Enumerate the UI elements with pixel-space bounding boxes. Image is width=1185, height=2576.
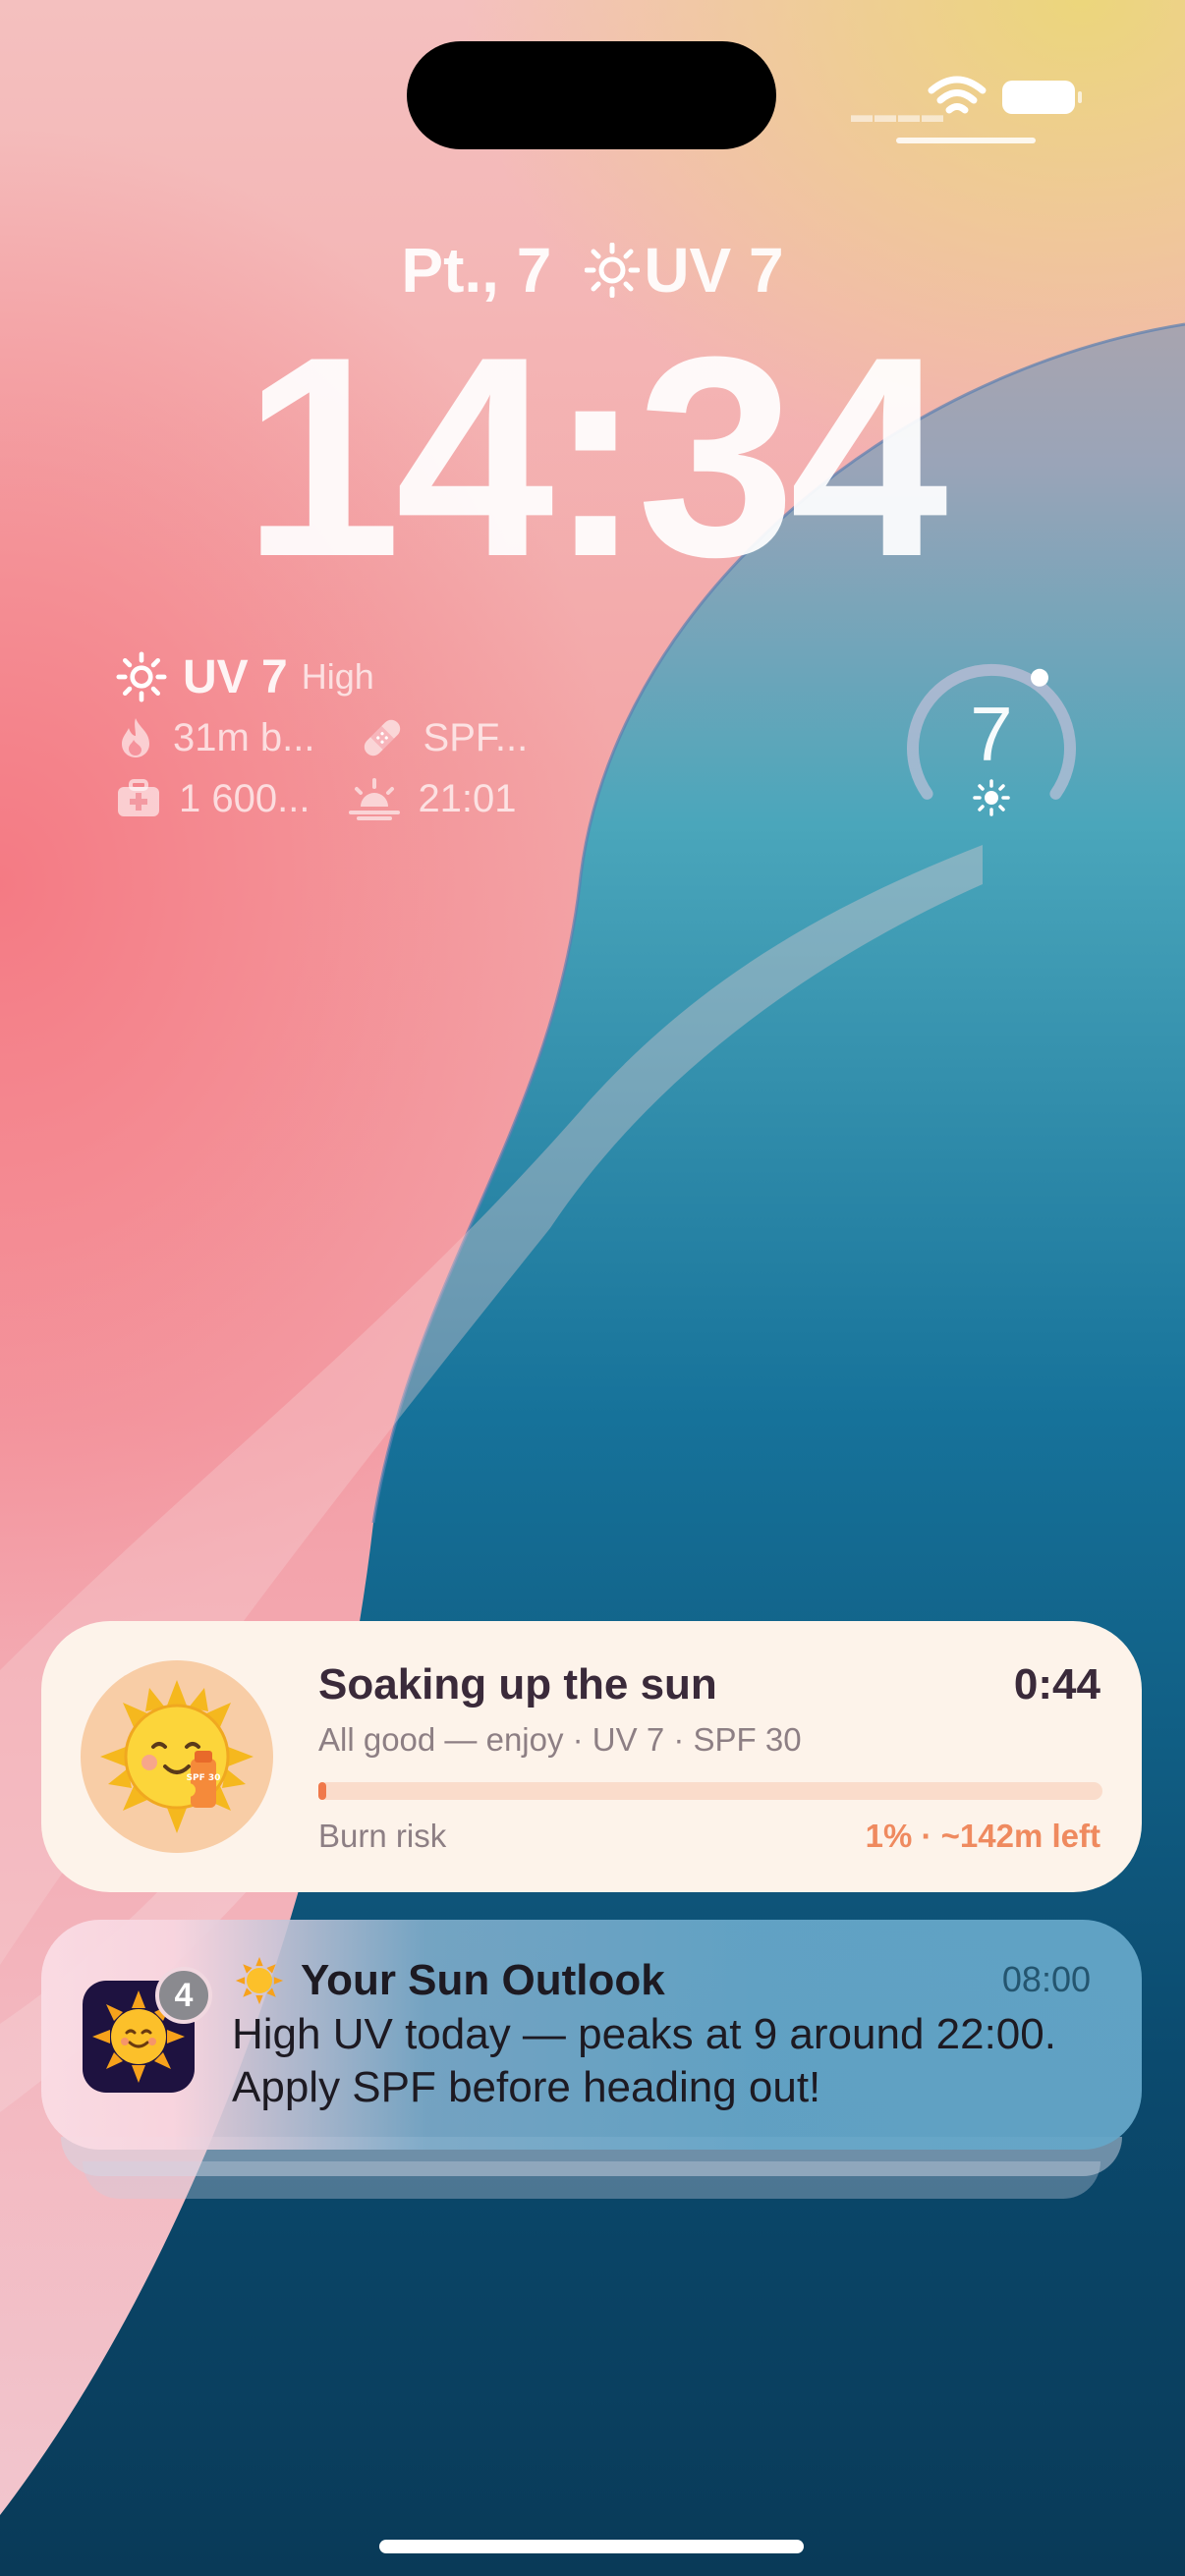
sun-emoji-icon bbox=[235, 1956, 284, 2005]
uv-widget[interactable]: UV 7 High 31m b... SPF... 1 600... 21:01 bbox=[116, 646, 568, 829]
wifi-icon bbox=[928, 76, 987, 114]
uv-value-label: UV 7 bbox=[183, 650, 288, 703]
status-bar: ▬▬▬▬ bbox=[845, 69, 1082, 128]
sunscreen-bottle-text: SPF 30 bbox=[187, 1773, 221, 1783]
notification-time: 08:00 bbox=[1001, 1959, 1091, 1999]
notification-card[interactable]: 4 Your Sun Outlook 08:00 High UV today —… bbox=[41, 1920, 1142, 2150]
burn-time-label: 31m b... bbox=[173, 715, 315, 759]
spf-label: SPF... bbox=[423, 715, 529, 759]
vitamin-d-label: 1 600... bbox=[179, 776, 310, 820]
gauge-indicator bbox=[1031, 668, 1048, 687]
notification-body: High UV today — peaks at 9 around 22:00.… bbox=[232, 2010, 1056, 2111]
sun-mascot-avatar: SPF 30 bbox=[81, 1660, 273, 1853]
sun-icon bbox=[116, 651, 167, 702]
burn-risk-label: Burn risk bbox=[318, 1818, 447, 1854]
sunset-time-label: 21:01 bbox=[418, 776, 517, 820]
gauge-value: 7 bbox=[970, 691, 1013, 777]
uv-gauge[interactable]: 7 bbox=[900, 648, 1083, 831]
sun-mascot-icon: SPF 30 bbox=[100, 1680, 254, 1833]
uv-header-label: UV 7 bbox=[644, 235, 784, 306]
lock-screen: ▬▬▬▬ Pt., 7 UV 7 14:34 UV 7 High 31m b...… bbox=[0, 0, 1185, 2576]
live-activity-card[interactable]: SPF 30 Soaking up the sun 0:44 All good … bbox=[41, 1621, 1142, 1892]
bandage-icon bbox=[364, 719, 400, 756]
clock-time[interactable]: 14:34 bbox=[0, 314, 1185, 599]
date-weather-line[interactable]: Pt., 7 UV 7 bbox=[0, 234, 1185, 307]
sun-icon bbox=[585, 243, 641, 298]
medkit-icon bbox=[118, 779, 159, 816]
uv-level-label: High bbox=[301, 656, 374, 697]
home-indicator[interactable] bbox=[379, 2540, 804, 2553]
burn-risk-value: 1% · ~142m left bbox=[865, 1818, 1100, 1854]
date-label: Pt., 7 bbox=[401, 235, 552, 306]
dynamic-island bbox=[407, 41, 776, 149]
status-underline bbox=[896, 138, 1036, 143]
live-activity-title: Soaking up the sun bbox=[318, 1660, 717, 1708]
burn-risk-progress-fill bbox=[318, 1782, 326, 1800]
notification-count-badge: 4 bbox=[155, 1967, 212, 2024]
live-activity-timer: 0:44 bbox=[1013, 1660, 1100, 1708]
sun-icon bbox=[973, 779, 1010, 816]
flame-icon bbox=[122, 718, 149, 757]
burn-risk-progress-bar bbox=[318, 1782, 1102, 1800]
sunset-icon bbox=[349, 778, 401, 820]
battery-icon bbox=[1002, 81, 1082, 114]
notification-title: Your Sun Outlook bbox=[234, 1955, 665, 2006]
live-activity-subtitle: All good — enjoy · UV 7 · SPF 30 bbox=[318, 1721, 802, 1758]
notification-title-text: Your Sun Outlook bbox=[301, 1956, 665, 2004]
